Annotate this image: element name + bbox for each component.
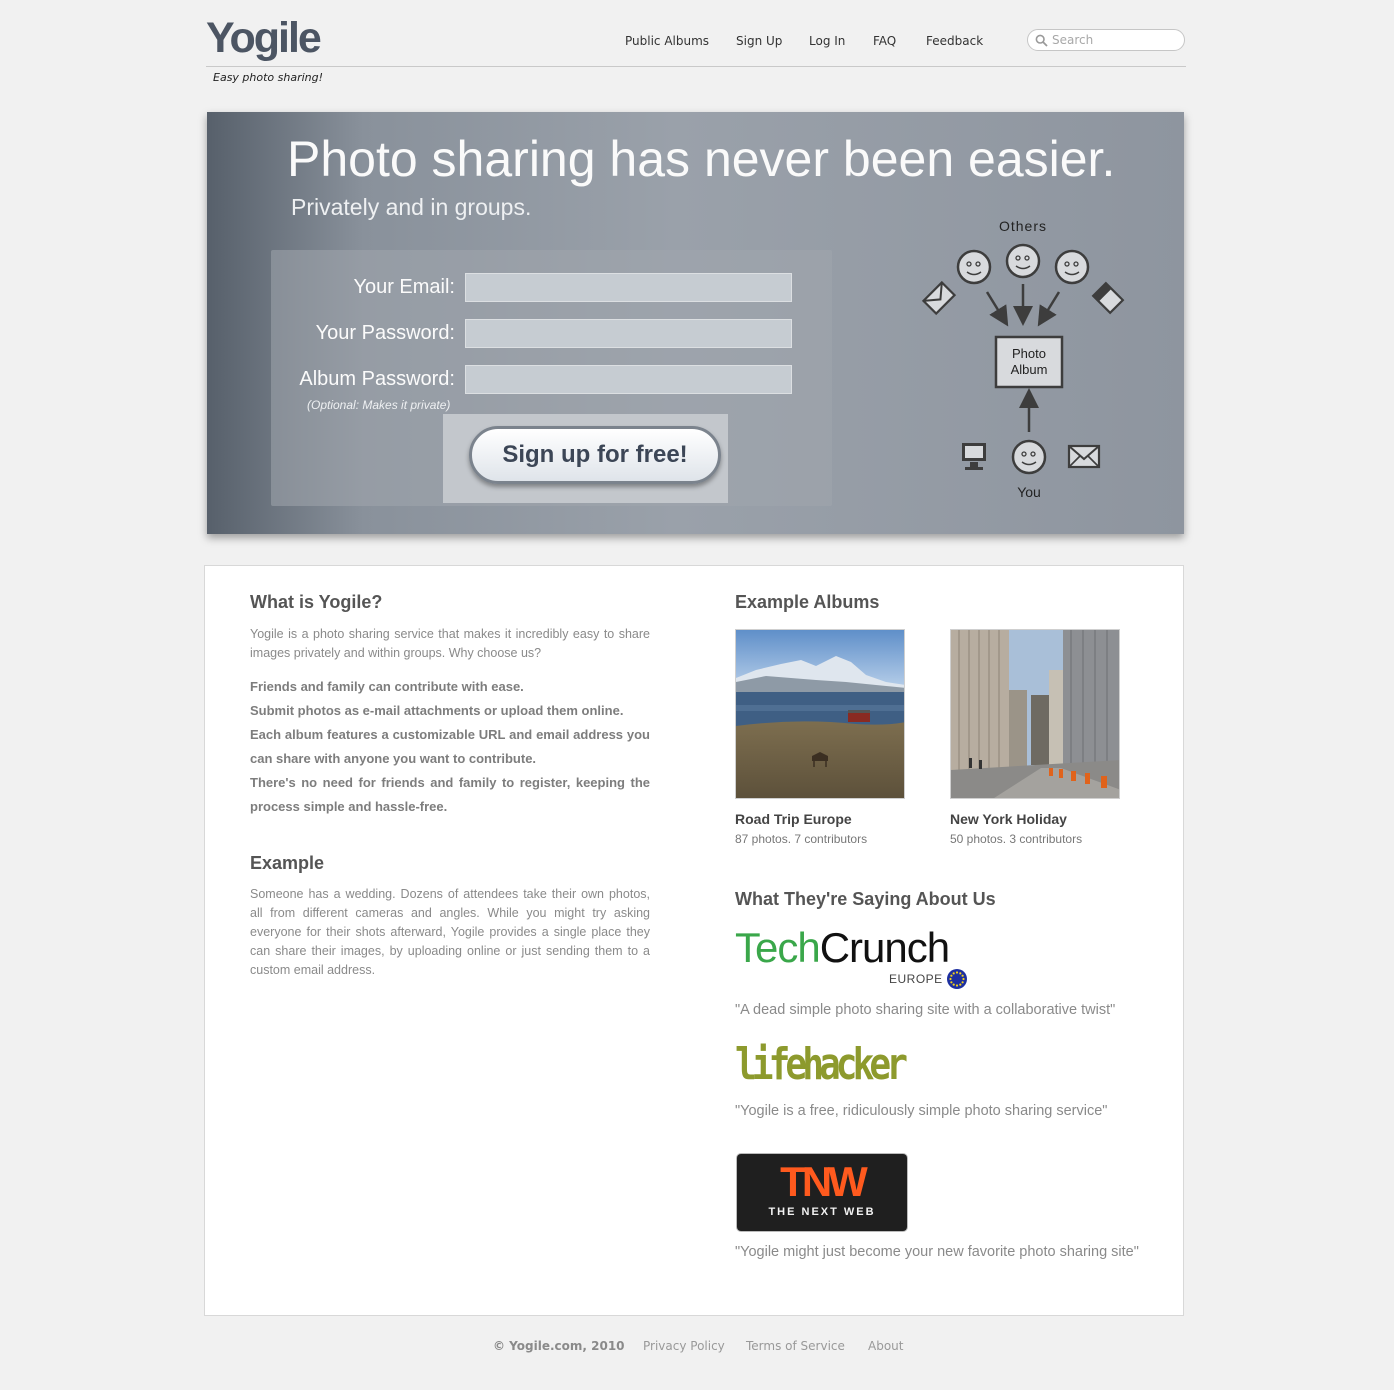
album-password-hint: (Optional: Makes it private) <box>307 398 451 412</box>
sharing-diagram: Others Photo Album You <box>921 218 1125 500</box>
feature-item: Each album features a customizable URL a… <box>250 727 650 766</box>
nav-public-albums[interactable]: Public Albums <box>625 34 709 48</box>
password-label: Your Password: <box>315 322 455 344</box>
nav-log-in[interactable]: Log In <box>809 34 845 48</box>
techcrunch-logo: TechCrunch EUROPE <box>735 924 975 990</box>
mail-icon <box>1067 444 1101 469</box>
photo-album-box: Photo Album <box>994 335 1064 389</box>
email-field[interactable] <box>465 273 792 302</box>
press-quote: "Yogile is a free, ridiculously simple p… <box>735 1103 1108 1119</box>
example-text: Someone has a wedding. Dozens of attende… <box>250 887 650 977</box>
content-card: What is Yogile? Yogile is a photo sharin… <box>204 565 1184 1316</box>
phone-icon <box>1091 281 1125 315</box>
album-photo-new-york[interactable] <box>950 629 1120 799</box>
you-person-icon <box>1011 439 1047 475</box>
press-quote: "A dead simple photo sharing site with a… <box>735 1002 1116 1018</box>
others-label: Others <box>999 218 1047 234</box>
album-password-label: Album Password: <box>299 368 455 390</box>
yogile-logo[interactable]: Yogile <box>206 14 322 63</box>
svg-text:Album: Album <box>1011 362 1048 377</box>
you-label: You <box>1017 484 1041 500</box>
envelope-icon <box>921 280 957 316</box>
example-albums-heading: Example Albums <box>735 592 880 612</box>
signup-form: Your Email: Your Password: Album Passwor… <box>271 250 832 506</box>
album-meta: 50 photos. 3 contributors <box>950 832 1083 846</box>
computer-icon <box>962 443 986 470</box>
album-photo-road-trip[interactable] <box>735 629 905 799</box>
other-person-icon <box>956 249 992 285</box>
feature-list: Friends and family can contribute with e… <box>250 675 650 819</box>
feature-item: There's no need for friends and family t… <box>250 775 650 814</box>
album-password-field[interactable] <box>465 365 792 394</box>
search-box[interactable] <box>1027 29 1185 51</box>
feature-item: Friends and family can contribute with e… <box>250 679 524 694</box>
what-is-heading: What is Yogile? <box>250 592 383 612</box>
search-input[interactable] <box>1052 32 1178 48</box>
nav-faq[interactable]: FAQ <box>873 34 896 48</box>
album-title[interactable]: New York Holiday <box>950 811 1067 827</box>
example-heading: Example <box>250 853 325 873</box>
feature-item: Submit photos as e-mail attachments or u… <box>250 703 624 718</box>
other-person-icon <box>1005 243 1041 279</box>
search-icon <box>1035 34 1048 47</box>
footer-terms-link[interactable]: Terms of Service <box>746 1339 845 1353</box>
tnw-logo: TNW THE NEXT WEB <box>737 1154 907 1231</box>
password-field[interactable] <box>465 319 792 348</box>
intro-text: Yogile is a photo sharing service that m… <box>250 627 650 660</box>
nav-feedback[interactable]: Feedback <box>926 34 983 48</box>
svg-text:Photo: Photo <box>1012 346 1046 361</box>
footer-copyright: © Yogile.com, 2010 <box>493 1339 625 1353</box>
press-heading: What They're Saying About Us <box>735 889 996 909</box>
signup-button-area: Sign up for free! <box>443 414 728 503</box>
other-person-icon <box>1054 249 1090 285</box>
nav-sign-up[interactable]: Sign Up <box>736 34 782 48</box>
hero-title: Photo sharing has never been easier. <box>287 131 1116 187</box>
email-label: Your Email: <box>353 276 455 298</box>
album-title[interactable]: Road Trip Europe <box>735 811 852 827</box>
press-quote: "Yogile might just become your new favor… <box>735 1244 1139 1260</box>
header-divider <box>206 66 1186 67</box>
lifehacker-logo: lifehacker <box>735 1039 908 1090</box>
hero-subtitle: Privately and in groups. <box>291 194 532 220</box>
album-meta: 87 photos. 7 contributors <box>735 832 868 846</box>
signup-button[interactable]: Sign up for free! <box>469 426 721 484</box>
footer-privacy-link[interactable]: Privacy Policy <box>643 1339 725 1353</box>
footer-about-link[interactable]: About <box>868 1339 903 1353</box>
eu-flag-icon <box>947 969 967 989</box>
tagline: Easy photo sharing! <box>213 71 324 84</box>
hero-banner: Photo sharing has never been easier. Pri… <box>207 112 1184 534</box>
